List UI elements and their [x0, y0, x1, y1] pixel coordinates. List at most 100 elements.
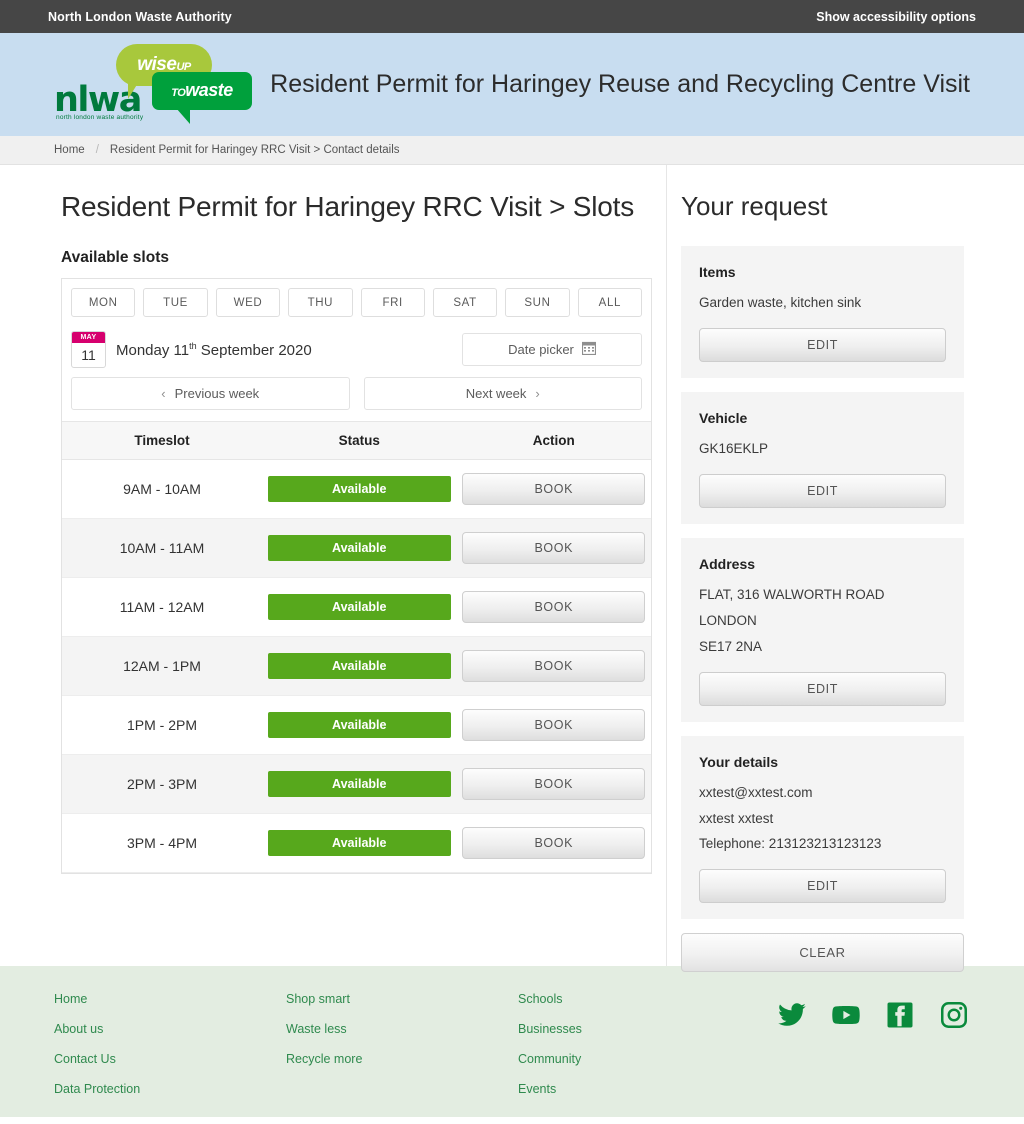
card-line: Garden waste, kitchen sink: [699, 295, 862, 310]
action-cell: BOOK: [456, 695, 651, 755]
day-tab-wed[interactable]: WED: [215, 288, 281, 317]
slots-panel: MON TUE WED THU FRI SAT SUN ALL MAY 11 M…: [61, 278, 652, 874]
edit-items-button[interactable]: EDIT: [699, 327, 946, 362]
calendar-month-label: MAY: [72, 332, 105, 343]
youtube-icon[interactable]: [830, 1000, 862, 1030]
top-utility-bar: North London Waste Authority Show access…: [0, 0, 1024, 33]
status-badge: Available: [267, 712, 451, 738]
footer-column-1: Home About us Contact Us Data Protection: [54, 992, 286, 1117]
facebook-icon[interactable]: [884, 1000, 916, 1030]
breadcrumb: Home / Resident Permit for Haringey RRC …: [0, 136, 1024, 165]
day-tab-sat[interactable]: SAT: [432, 288, 498, 317]
request-card-vehicle: Vehicle GK16EKLP EDIT: [681, 391, 964, 524]
bubble-waste-text: waste: [185, 80, 233, 100]
book-button[interactable]: BOOK: [462, 532, 646, 564]
card-line: FLAT, 316 WALWORTH ROAD: [699, 586, 885, 602]
book-button[interactable]: BOOK: [462, 650, 646, 682]
date-picker-label: Date picker: [508, 342, 574, 357]
footer-link-events[interactable]: Events: [518, 1082, 750, 1096]
chevron-left-icon: ‹: [161, 386, 166, 401]
footer-link-waste-less[interactable]: Waste less: [286, 1022, 518, 1036]
footer-link-community[interactable]: Community: [518, 1052, 750, 1066]
card-line: Telephone: 213123213123123: [699, 836, 882, 852]
timeslot-value: 12AM - 1PM: [62, 636, 262, 696]
calendar-day-label: 11: [81, 347, 96, 363]
day-tab-thu[interactable]: THU: [288, 288, 353, 317]
slots-table: Timeslot Status Action 9AM - 10AM Availa…: [62, 421, 651, 873]
clear-button[interactable]: CLEAR: [681, 933, 964, 973]
to-waste-bubble-icon: TOwaste: [152, 71, 252, 124]
column-header-timeslot: Timeslot: [62, 421, 262, 460]
table-row: 3PM - 4PM Available BOOK: [62, 813, 651, 873]
day-tab-fri[interactable]: FRI: [360, 288, 425, 317]
edit-your-details-button[interactable]: EDIT: [699, 869, 946, 904]
table-row: 2PM - 3PM Available BOOK: [62, 754, 651, 814]
calendar-icon: [581, 341, 596, 358]
instagram-icon[interactable]: [938, 1000, 970, 1030]
book-button[interactable]: BOOK: [462, 768, 646, 800]
site-banner: nlwa north london waste authority wiseUP…: [0, 33, 1024, 136]
site-footer: Home About us Contact Us Data Protection…: [0, 966, 1024, 1117]
day-tab-mon[interactable]: MON: [71, 288, 136, 317]
card-line: LONDON: [699, 612, 757, 628]
card-line: xxtest xxtest: [699, 810, 774, 826]
footer-link-schools[interactable]: Schools: [518, 992, 750, 1006]
footer-link-recycle-more[interactable]: Recycle more: [286, 1052, 518, 1066]
footer-link-shop-smart[interactable]: Shop smart: [286, 992, 518, 1006]
status-cell: Available: [262, 518, 457, 578]
authority-name: North London Waste Authority: [48, 9, 232, 24]
previous-week-label: Previous week: [174, 386, 260, 401]
footer-link-contact-us[interactable]: Contact Us: [54, 1052, 286, 1066]
card-heading-address: Address: [699, 555, 756, 572]
status-badge: Available: [267, 535, 451, 561]
selected-date-ordinal: th: [189, 340, 197, 351]
previous-week-button[interactable]: ‹ Previous week: [71, 377, 350, 410]
footer-link-data-protection[interactable]: Data Protection: [54, 1082, 286, 1096]
page-title: Resident Permit for Haringey RRC Visit >…: [61, 191, 635, 222]
show-accessibility-options-link[interactable]: Show accessibility options: [816, 10, 976, 24]
status-badge: Available: [267, 653, 451, 679]
footer-link-about-us[interactable]: About us: [54, 1022, 286, 1036]
table-header-row: Timeslot Status Action: [62, 421, 651, 460]
bubble-to-text: TO: [171, 87, 186, 99]
day-tab-sun[interactable]: SUN: [505, 288, 570, 317]
table-row: 1PM - 2PM Available BOOK: [62, 695, 651, 755]
footer-link-businesses[interactable]: Businesses: [518, 1022, 750, 1036]
calendar-date-icon: MAY 11: [71, 331, 106, 368]
selected-date-suffix: September 2020: [196, 341, 312, 359]
status-badge: Available: [267, 771, 451, 797]
next-week-button[interactable]: Next week ›: [363, 377, 642, 410]
status-cell: Available: [262, 577, 457, 637]
page-body: Resident Permit for Haringey RRC Visit >…: [0, 165, 1024, 973]
timeslot-value: 9AM - 10AM: [62, 459, 262, 519]
nlwa-logo[interactable]: nlwa north london waste authority wiseUP…: [48, 42, 258, 128]
date-picker-button[interactable]: Date picker: [462, 333, 642, 366]
status-cell: Available: [262, 636, 457, 696]
table-row: 10AM - 11AM Available BOOK: [62, 518, 651, 578]
book-button[interactable]: BOOK: [462, 591, 646, 623]
day-tab-tue[interactable]: TUE: [143, 288, 208, 317]
twitter-icon[interactable]: [776, 1000, 808, 1030]
timeslot-value: 11AM - 12AM: [62, 577, 262, 637]
request-card-your-details: Your details xxtest@xxtest.com xxtest xx…: [681, 735, 964, 920]
card-line: xxtest@xxtest.com: [699, 784, 813, 800]
available-slots-heading: Available slots: [61, 249, 169, 266]
status-cell: Available: [262, 695, 457, 755]
footer-link-home[interactable]: Home: [54, 992, 286, 1006]
card-line: SE17 2NA: [699, 638, 763, 654]
sidebar-title: Your request: [681, 191, 828, 221]
breadcrumb-home-link[interactable]: Home: [54, 144, 85, 156]
day-tab-all[interactable]: ALL: [577, 288, 642, 317]
your-request-sidebar: Your request Items Garden waste, kitchen…: [667, 165, 1024, 973]
book-button[interactable]: BOOK: [462, 709, 646, 741]
footer-column-2: Shop smart Waste less Recycle more: [286, 992, 518, 1117]
edit-address-button[interactable]: EDIT: [699, 671, 946, 706]
card-line: GK16EKLP: [699, 440, 769, 456]
edit-vehicle-button[interactable]: EDIT: [699, 473, 946, 508]
status-cell: Available: [262, 754, 457, 814]
book-button[interactable]: BOOK: [462, 473, 646, 505]
action-cell: BOOK: [456, 636, 651, 696]
status-badge: Available: [267, 830, 451, 856]
status-cell: Available: [262, 813, 457, 873]
book-button[interactable]: BOOK: [462, 827, 646, 859]
